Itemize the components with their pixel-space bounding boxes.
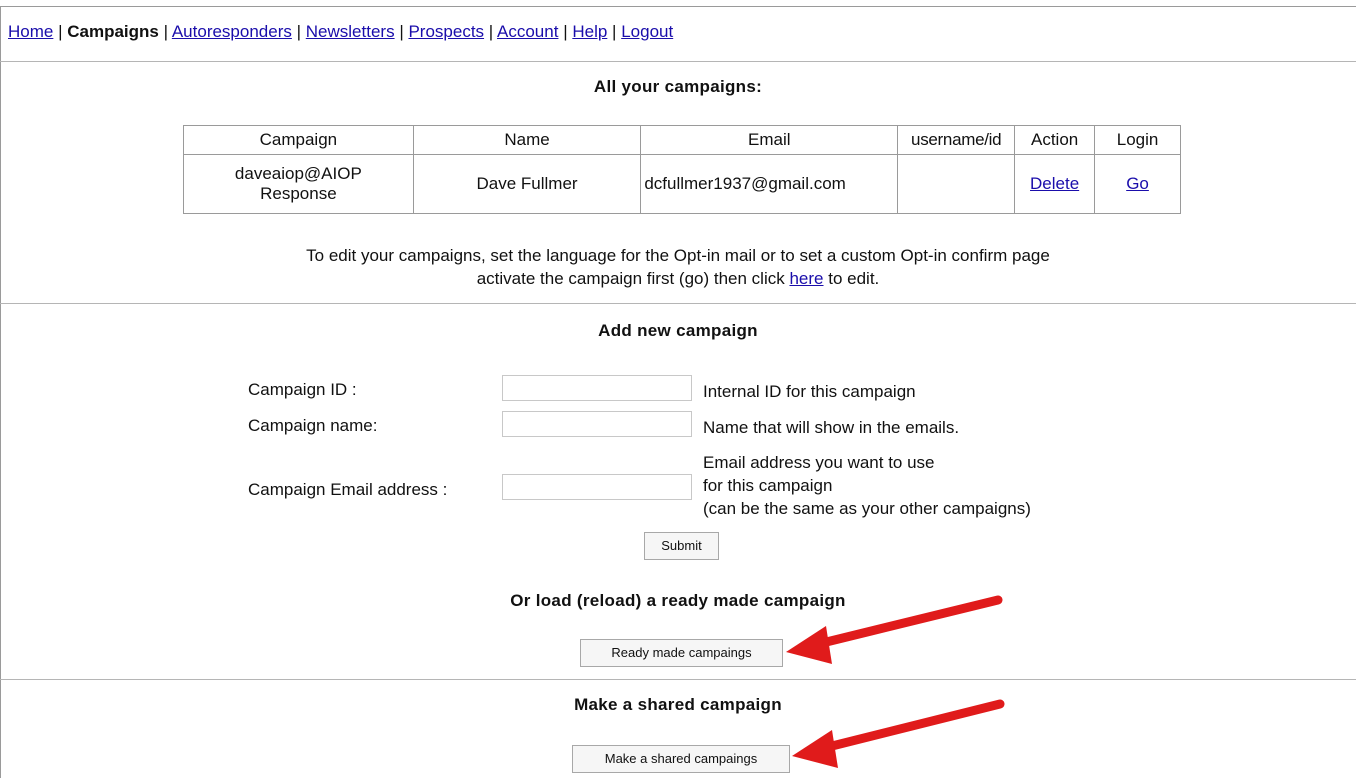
campaign-name-label: Campaign name: (248, 416, 378, 435)
campaigns-table: Campaign Name Email username/id Action L… (183, 125, 1181, 214)
nav-account-link[interactable]: Account (497, 22, 558, 41)
add-campaign-heading: Add new campaign (598, 321, 758, 340)
campaign-id-input[interactable] (502, 375, 692, 401)
nav-newsletters-link[interactable]: Newsletters (306, 22, 395, 41)
nav-prospects-link[interactable]: Prospects (408, 22, 484, 41)
campaign-username-cell (897, 154, 1016, 214)
campaign-email-help: Email address you want to use for this c… (703, 451, 1031, 520)
top-nav: Home | Campaigns | Autoresponders | News… (8, 22, 673, 42)
note-line-2-pre: activate the campaign first (go) then cl… (476, 269, 785, 288)
table-header-row: Campaign Name Email username/id Action L… (183, 125, 1181, 155)
nav-logout-link[interactable]: Logout (621, 22, 673, 41)
campaign-email-cell: dcfullmer1937@gmail.com (640, 154, 899, 214)
red-arrow-annotation (786, 595, 1003, 664)
campaign-id-text: daveaiop@AIOP (234, 164, 362, 183)
email-help-line: (can be the same as your other campaigns… (703, 499, 1031, 518)
shared-campaign-heading: Make a shared campaign (574, 695, 782, 714)
nav-separator: | (488, 22, 494, 41)
campaigns-heading: All your campaigns: (593, 77, 763, 96)
edit-here-link[interactable]: here (789, 269, 823, 288)
column-header: Login (1094, 125, 1181, 155)
note-line-2-post: to edit. (828, 269, 880, 288)
column-header: Name (412, 125, 642, 155)
submit-button[interactable]: Submit (644, 532, 719, 560)
column-header: username/id (897, 125, 1016, 155)
column-header: Email (640, 125, 899, 155)
nav-separator: | (58, 22, 63, 41)
nav-separator: | (399, 22, 404, 41)
campaign-id-help: Internal ID for this campaign (703, 382, 916, 401)
nav-campaigns-current: Campaigns (67, 22, 159, 41)
column-header: Action (1014, 125, 1096, 155)
login-cell: Go (1094, 154, 1181, 214)
divider (0, 303, 1356, 304)
ready-made-campaigns-button[interactable]: Ready made campaings (580, 639, 783, 667)
edit-campaign-note: To edit your campaigns, set the language… (0, 244, 1356, 290)
make-shared-campaign-button[interactable]: Make a shared campaings (572, 745, 790, 773)
nav-autoresponders-link[interactable]: Autoresponders (172, 22, 292, 41)
nav-separator: | (612, 22, 617, 41)
column-header: Campaign (183, 125, 414, 155)
nav-help-link[interactable]: Help (572, 22, 607, 41)
nav-separator: | (563, 22, 568, 41)
nav-home-link[interactable]: Home (8, 22, 53, 41)
divider (0, 679, 1356, 680)
campaign-name-help: Name that will show in the emails. (703, 418, 960, 437)
nav-separator: | (163, 22, 169, 41)
campaign-id-label: Campaign ID : (248, 380, 357, 399)
ready-made-heading: Or load (reload) a ready made campaign (510, 591, 846, 610)
campaign-id-text: Response (260, 184, 337, 203)
divider (0, 61, 1356, 62)
go-campaign-link[interactable]: Go (1126, 174, 1149, 193)
campaign-email-label: Campaign Email address : (248, 480, 448, 499)
action-cell: Delete (1014, 154, 1096, 214)
red-arrow-annotation (792, 699, 1005, 768)
campaign-name-input[interactable] (502, 411, 692, 437)
table-row: daveaiop@AIOP Response Dave Fullmer dcfu… (183, 154, 1181, 214)
campaign-name-cell: Dave Fullmer (412, 154, 642, 214)
delete-campaign-link[interactable]: Delete (1030, 174, 1079, 193)
campaign-cell: daveaiop@AIOP Response (183, 154, 414, 214)
email-help-line: for this campaign (703, 476, 833, 495)
nav-separator: | (296, 22, 302, 41)
campaign-email-input[interactable] (502, 474, 692, 500)
email-help-line: Email address you want to use (703, 453, 935, 472)
note-line-1: To edit your campaigns, set the language… (306, 246, 1050, 265)
